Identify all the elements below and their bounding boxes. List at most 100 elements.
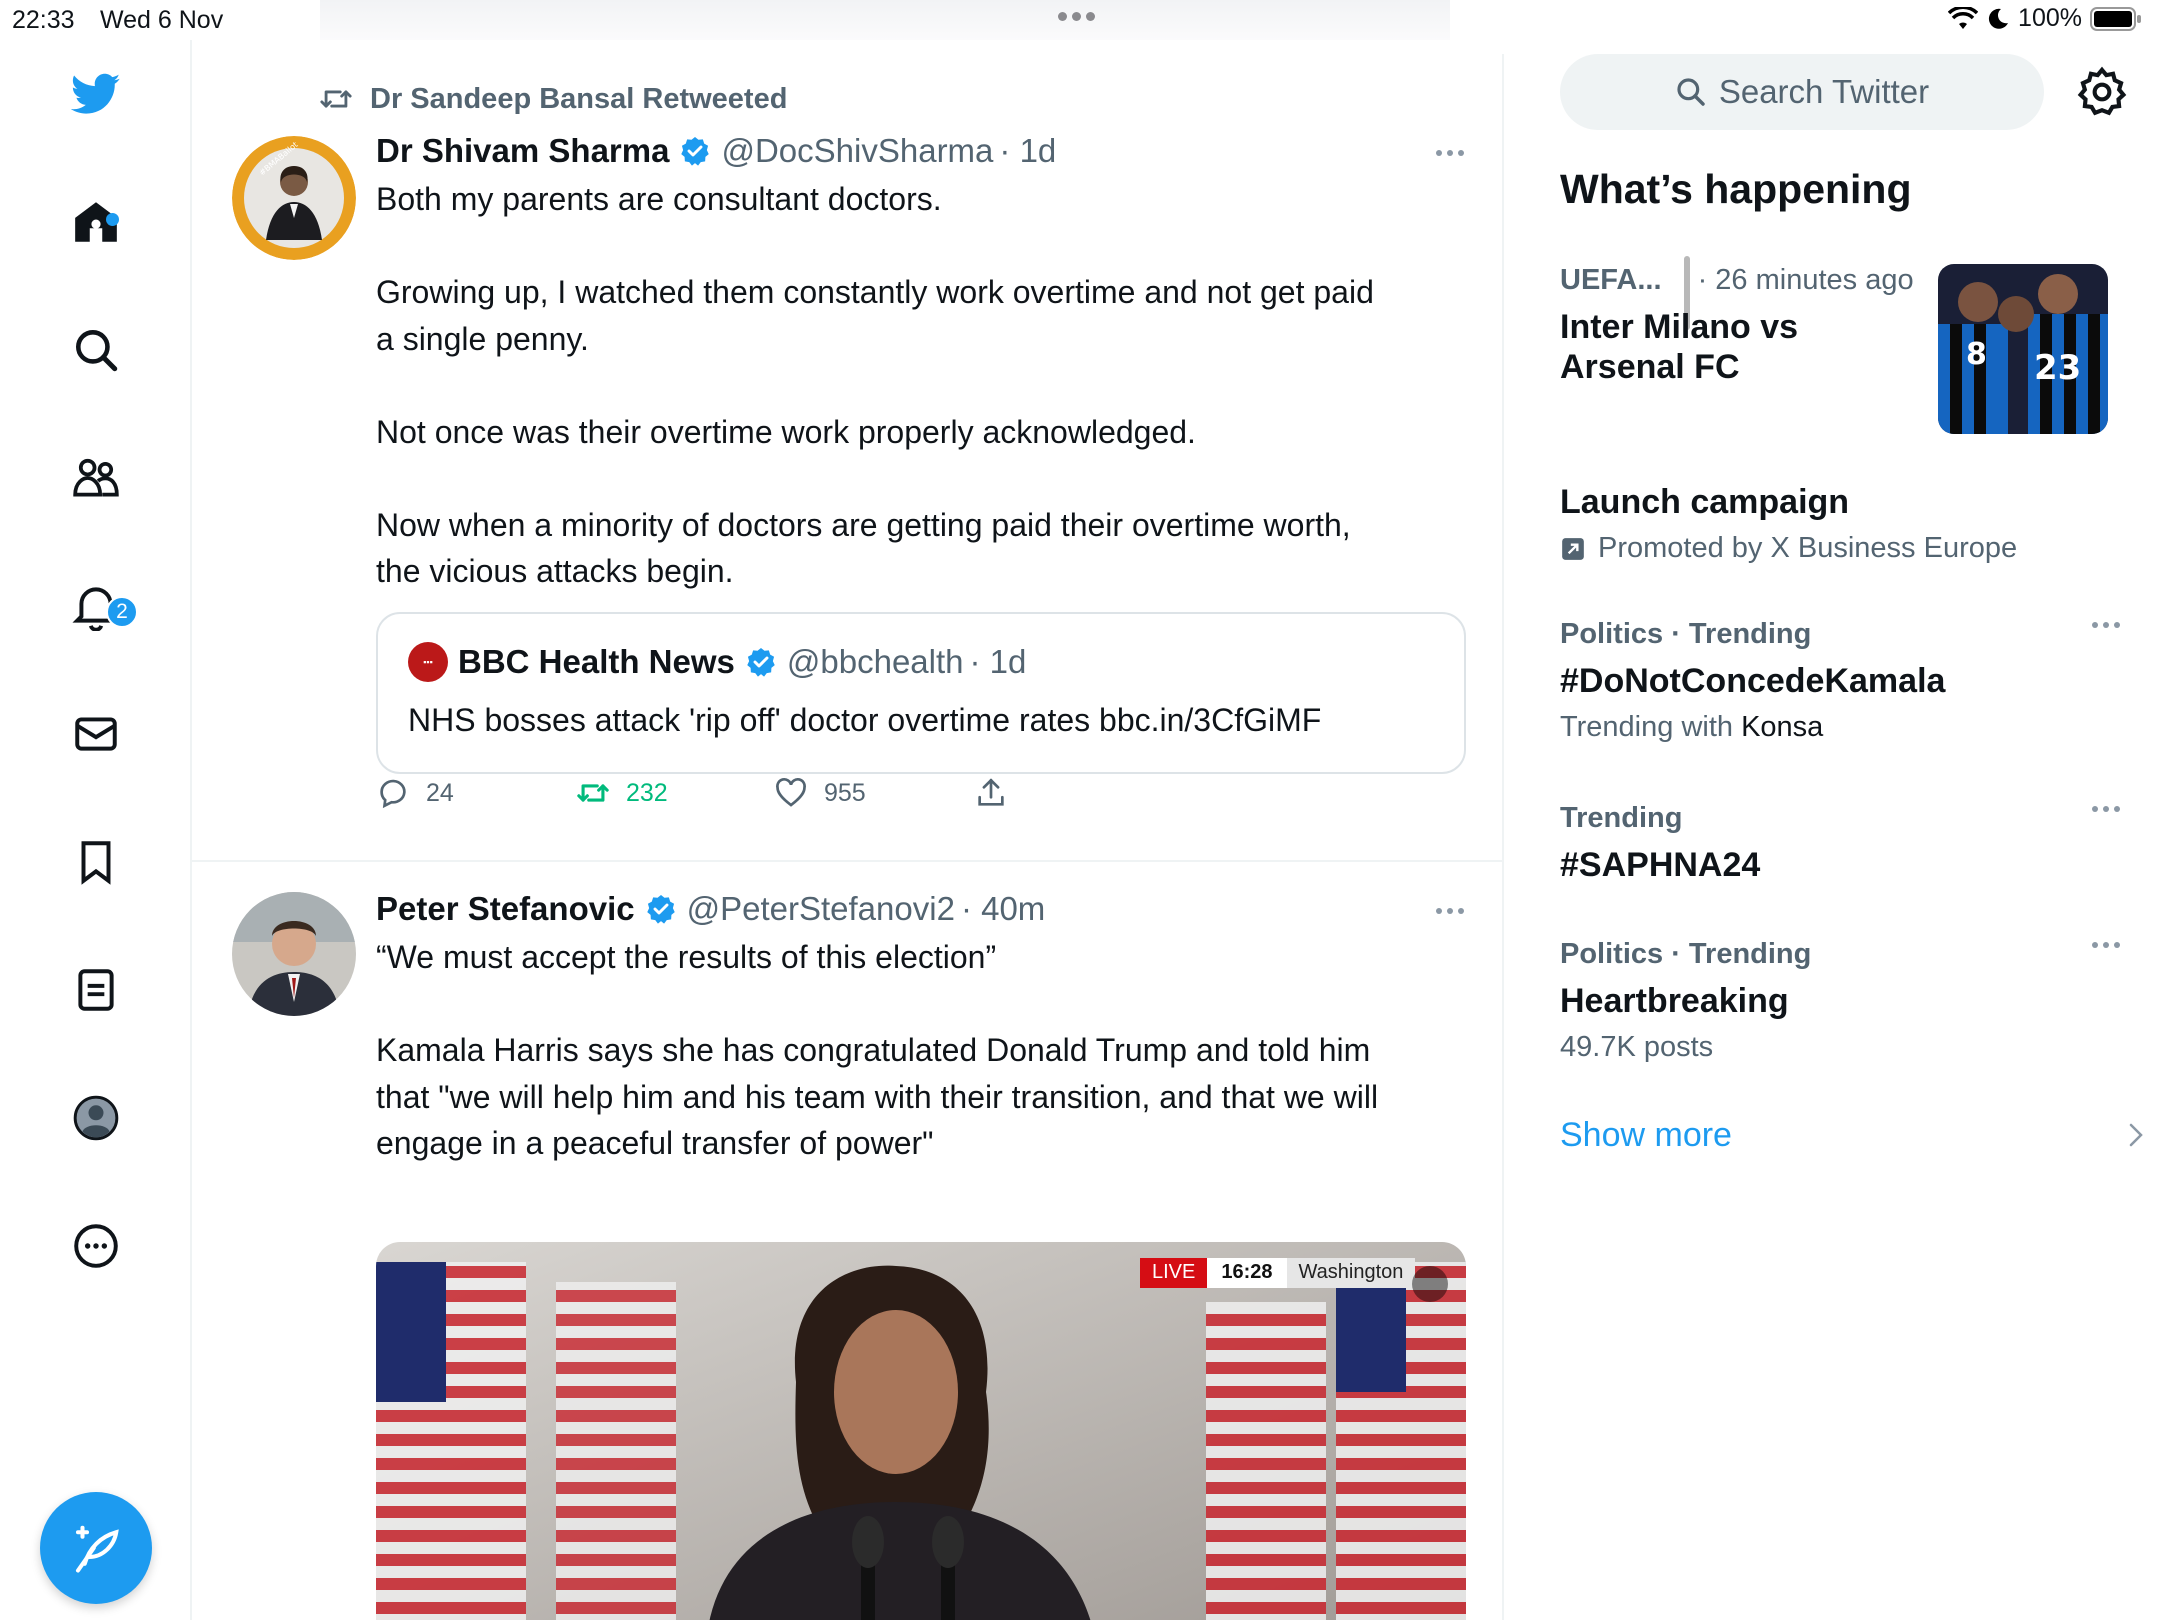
author-name[interactable]: Peter Stefanovic [376, 890, 635, 928]
search-input[interactable]: Search Twitter [1560, 54, 2044, 130]
tweet-line: Not once was their overtime work properl… [376, 413, 1196, 450]
wifi-icon [1948, 6, 1979, 29]
messages-icon[interactable] [60, 698, 132, 770]
promoted-icon [1562, 537, 1584, 560]
twitter-logo-icon[interactable] [60, 58, 132, 130]
author-avatar[interactable] [232, 892, 356, 1016]
right-sidebar: Search Twitter What’s happening UEFA... … [1506, 40, 2160, 1620]
quoted-author-handle[interactable]: @bbchealth [787, 643, 964, 681]
settings-gear-icon[interactable] [2076, 66, 2128, 118]
tweet-line: engage in a peaceful transfer of power" [376, 1125, 934, 1161]
trend-title: #SAPHNA24 [1560, 846, 1761, 884]
svg-text:8: 8 [1966, 337, 1987, 372]
tweet-actions: 24 232 955 [376, 776, 1076, 826]
tweet-line: Both my parents are consultant doctors. [376, 181, 942, 217]
trend-category: Politics · Trending [1560, 938, 1812, 970]
trend-title: Heartbreaking [1560, 982, 1789, 1020]
trend-category: UEFA... [1560, 264, 1662, 296]
trend-category: Politics · Trending [1560, 618, 1812, 650]
reply-button[interactable]: 24 [376, 776, 454, 810]
tweet-text: “We must accept the results of this elec… [376, 934, 1466, 1167]
trend-post-count: 49.7K posts [1560, 1031, 1714, 1063]
tweet-header: Dr Shivam Sharma @DocShivSharma · 1d [376, 132, 1056, 170]
home-unread-dot [106, 213, 119, 226]
status-date: Wed 6 Nov [100, 6, 224, 34]
notification-count-badge: 2 [106, 596, 138, 628]
bbc-news-logo-icon: ▪▪▪ [408, 642, 448, 682]
show-more-link[interactable]: Show more [1560, 1116, 1732, 1155]
promoted-by-text: Promoted by X Business Europe [1598, 532, 2018, 564]
home-icon[interactable] [60, 186, 132, 258]
tweet-line: that "we will help him and his team with… [376, 1078, 1379, 1115]
trend-context: Trending with Konsa [1560, 711, 2120, 744]
retweet-icon [577, 784, 609, 802]
author-name[interactable]: Dr Shivam Sharma [376, 132, 669, 170]
author-handle[interactable]: @DocShivSharma [721, 132, 993, 170]
retweet-button[interactable]: 232 [576, 776, 668, 810]
tweet-card[interactable]: Dr Sandeep Bansal Retweeted #BMABallot D… [192, 54, 1504, 862]
top-strip [320, 0, 1450, 40]
trend-thumbnail[interactable]: 8 23 [1938, 264, 2108, 434]
retweet-count: 232 [626, 778, 668, 807]
tweet-card[interactable]: Peter Stefanovic @PeterStefanovi2 · 40m … [192, 864, 1504, 1620]
tweet-line: Growing up, I watched them constantly wo… [376, 274, 1374, 310]
verified-badge-icon [681, 137, 710, 166]
trend-title: #DoNotConcedeKamala [1560, 662, 1946, 700]
compose-feather-icon [75, 1525, 119, 1573]
reply-count: 24 [426, 778, 454, 807]
tweet-text: Both my parents are consultant doctors. … [376, 176, 1466, 595]
lists-icon[interactable] [60, 954, 132, 1026]
heart-icon [776, 778, 806, 807]
captions-icon[interactable] [1412, 1266, 1448, 1302]
tweet-timestamp[interactable]: · 40m [961, 890, 1045, 928]
quoted-author-name[interactable]: BBC Health News [458, 643, 735, 681]
tweet-line: Kamala Harris says she has congratulated… [376, 1032, 1371, 1068]
tweet-line: Now when a minority of doctors are getti… [376, 506, 1351, 543]
author-avatar[interactable]: #BMABallot [232, 136, 356, 260]
more-options-icon[interactable] [60, 1210, 132, 1282]
multitask-handle[interactable] [1058, 12, 1095, 21]
chevron-right-icon[interactable] [2126, 1120, 2146, 1150]
profile-avatar-icon[interactable] [60, 1082, 132, 1154]
trend-more-icon[interactable] [2092, 622, 2120, 628]
broadcast-clock: 16:28 [1207, 1258, 1287, 1288]
tweet-more-icon[interactable] [1436, 908, 1464, 914]
share-button[interactable] [974, 776, 1008, 810]
tweet-timestamp[interactable]: · 1d [999, 132, 1056, 170]
tweet-line: “We must accept the results of this elec… [376, 939, 997, 975]
battery-icon [2090, 6, 2141, 31]
svg-text:23: 23 [2034, 348, 2081, 388]
retweet-icon [320, 90, 352, 108]
battery-percent: 100% [2018, 4, 2082, 32]
bookmarks-icon[interactable] [60, 826, 132, 898]
tweet-header: Peter Stefanovic @PeterStefanovi2 · 40m [376, 890, 1045, 928]
trend-item[interactable]: Politics · Trending #DoNotConcedeKamala … [1560, 618, 2120, 744]
broadcast-overlay: LIVE 16:28 Washington [1140, 1258, 1416, 1288]
like-button[interactable]: 955 [774, 776, 866, 810]
trend-item[interactable]: Politics · Trending Heartbreaking 49.7K … [1560, 938, 2120, 1064]
trend-context-prefix: Trending with [1560, 711, 1742, 743]
search-icon[interactable] [60, 314, 132, 386]
communities-icon[interactable] [60, 442, 132, 514]
like-count: 955 [824, 778, 866, 807]
retweet-context: Dr Sandeep Bansal Retweeted [316, 82, 787, 116]
trend-more-icon[interactable] [2092, 942, 2120, 948]
broadcast-location: Washington [1286, 1258, 1416, 1288]
status-time: 22:33 [12, 6, 75, 34]
timeline[interactable]: Dr Sandeep Bansal Retweeted #BMABallot D… [192, 54, 1690, 1620]
compose-tweet-button[interactable] [40, 1492, 152, 1604]
trend-more-icon[interactable] [2092, 806, 2120, 812]
trend-item[interactable]: Trending #SAPHNA24 [1560, 802, 2120, 885]
promoted-trend-item[interactable]: Launch campaign Promoted by X Business E… [1560, 482, 2120, 565]
reply-icon [380, 779, 406, 809]
search-placeholder: Search Twitter [1718, 73, 1930, 110]
trend-context-term[interactable]: Konsa [1741, 711, 1823, 743]
moon-icon [1988, 8, 2009, 29]
tweet-more-icon[interactable] [1436, 150, 1464, 156]
quoted-tweet[interactable]: ▪▪▪ BBC Health News @bbchealth · 1d NHS … [376, 612, 1466, 774]
sidebar-nav: 2 [0, 40, 192, 1620]
author-handle[interactable]: @PeterStefanovi2 [687, 890, 955, 928]
quoted-tweet-text: NHS bosses attack 'rip off' doctor overt… [408, 702, 1322, 738]
tweet-video-media[interactable]: LIVE 16:28 Washington [376, 1242, 1466, 1620]
live-badge: LIVE [1140, 1258, 1208, 1288]
